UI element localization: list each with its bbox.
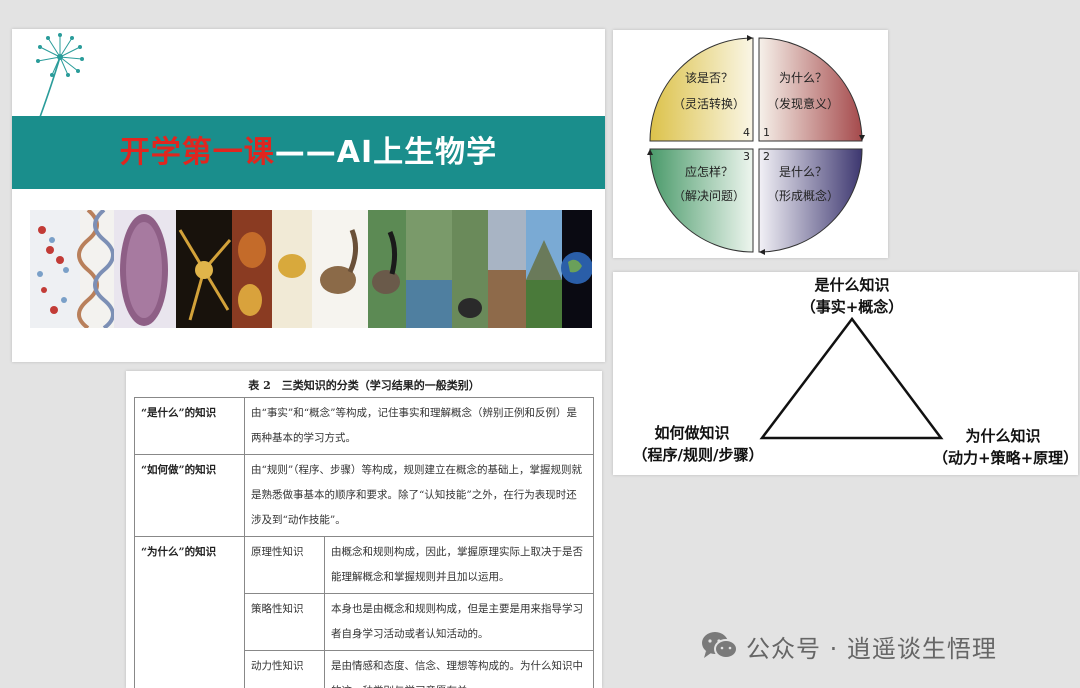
sub-text: 本身也是由概念和规则构成，但是主要是用来指导学习者自身学习活动或者认知活动的。 bbox=[324, 593, 594, 651]
slide-panel: 开学第一课——AI上生物学 bbox=[12, 29, 605, 362]
row-text: 由“规则”（程序、步骤）等构成，规则建立在概念的基础上，掌握规则就是熟悉做事基本… bbox=[244, 454, 594, 537]
triangle-top-label: 是什么知识 （事实+概念） bbox=[782, 274, 922, 318]
table-row: “如何做”的知识 由“规则”（程序、步骤）等构成，规则建立在概念的基础上，掌握规… bbox=[134, 454, 594, 537]
biology-image-strip bbox=[30, 210, 592, 328]
q4-question: 该是否？ bbox=[685, 71, 733, 85]
quadrant-1 bbox=[758, 37, 863, 142]
q2-answer: （形成概念） bbox=[767, 188, 839, 203]
q3-answer: （解决问题） bbox=[673, 189, 745, 203]
quadrant-4 bbox=[649, 37, 754, 142]
row-text: 由“事实”和“概念”等构成，记住事实和理解概念（辨别正例和反例）是两种基本的学习… bbox=[244, 397, 594, 455]
triangle-left-title: 如何做知识 bbox=[654, 424, 730, 442]
watermark-text: 公众号 · 逍遥谈生悟理 bbox=[746, 634, 997, 663]
triangle-top-title: 是什么知识 bbox=[814, 276, 890, 294]
knowledge-triangle-diagram: 是什么知识 （事实+概念） 如何做知识 （程序/规则/步骤） 为什么知识 （动力… bbox=[613, 272, 1078, 475]
sub-name: 原理性知识 bbox=[244, 536, 325, 594]
q4-answer: （灵活转换） bbox=[673, 96, 745, 111]
q2-question: 是什么？ bbox=[779, 165, 827, 179]
q1-number: 1 bbox=[763, 126, 770, 139]
strip-canada-goose bbox=[368, 210, 406, 328]
sub-name: 策略性知识 bbox=[244, 593, 325, 651]
q3-number: 3 bbox=[743, 150, 750, 163]
q2-number: 2 bbox=[763, 150, 770, 163]
q4-number: 4 bbox=[743, 126, 750, 139]
triangle-top-sub: （事实+概念） bbox=[800, 298, 904, 316]
slide-title: 开学第一课——AI上生物学 bbox=[12, 116, 605, 189]
row-head: “是什么”的知识 bbox=[134, 397, 245, 455]
triangle-shape bbox=[759, 316, 944, 440]
triangle-right-title: 为什么知识 bbox=[965, 427, 1041, 445]
wechat-icon bbox=[702, 632, 738, 659]
sub-name: 动力性知识 bbox=[244, 650, 325, 688]
knowledge-classification-table: 表 2 三类知识的分类（学习结果的一般类别） “是什么”的知识 由“事实”和“概… bbox=[126, 371, 602, 688]
triangle-right-sub: （动力+策略+原理） bbox=[933, 449, 1079, 467]
dandelion-logo bbox=[36, 33, 84, 118]
table-caption: 表 2 三类知识的分类（学习结果的一般类别） bbox=[248, 379, 480, 392]
wechat-watermark: 公众号 · 逍遥谈生悟理 bbox=[700, 626, 997, 666]
slide-title-part1: 开学第一课 bbox=[119, 135, 275, 170]
triangle-left-label: 如何做知识 （程序/规则/步骤） bbox=[623, 422, 773, 466]
table-row: “是什么”的知识 由“事实”和“概念”等构成，记住事实和理解概念（辨别正例和反例… bbox=[134, 397, 594, 455]
row-head: “为什么”的知识 bbox=[134, 536, 245, 688]
triangle-left-sub: （程序/规则/步骤） bbox=[632, 446, 764, 464]
sub-text: 是由情感和态度、信念、理想等构成的。为什么知识中的这一种类别与学习意愿有关。 bbox=[324, 650, 594, 688]
four-question-cycle-diagram: 该是否？ （灵活转换） 为什么？ （发现意义） 应怎样？ （解决问题） 是什么？… bbox=[613, 30, 888, 258]
row-head: “如何做”的知识 bbox=[134, 454, 245, 537]
q3-question: 应怎样？ bbox=[685, 164, 733, 179]
triangle-right-label: 为什么知识 （动力+策略+原理） bbox=[933, 425, 1079, 469]
q1-answer: （发现意义） bbox=[767, 96, 839, 111]
q1-question: 为什么？ bbox=[779, 71, 827, 85]
sub-text: 由概念和规则构成，因此，掌握原理实际上取决于是否能理解概念和掌握规则并且加以运用… bbox=[324, 536, 594, 594]
slide-title-part2: ——AI上生物学 bbox=[274, 135, 498, 170]
table-row: “为什么”的知识 原理性知识 由概念和规则构成，因此，掌握原理实际上取决于是否能… bbox=[134, 536, 594, 688]
classification-table: “是什么”的知识 由“事实”和“概念”等构成，记住事实和理解概念（辨别正例和反例… bbox=[134, 397, 594, 688]
